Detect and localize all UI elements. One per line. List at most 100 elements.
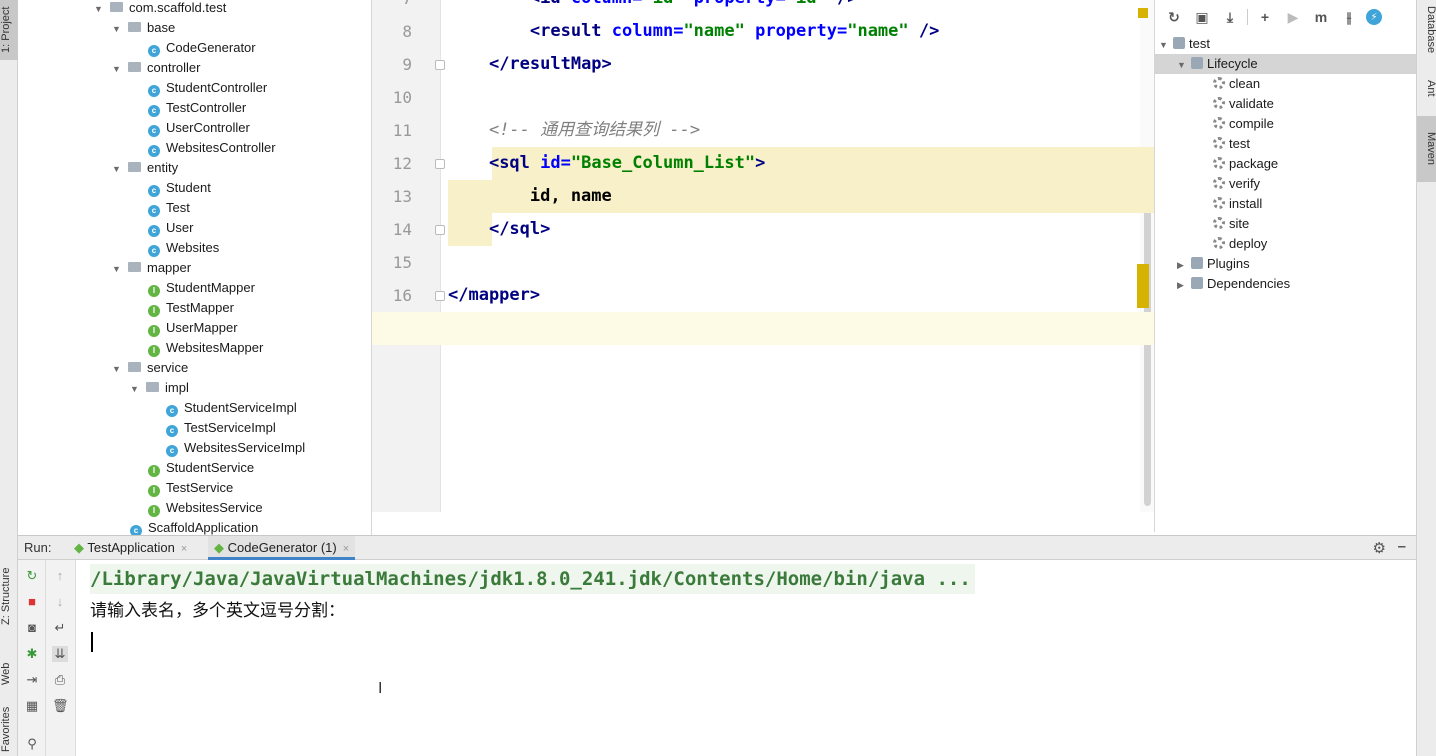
refresh-icon[interactable]: ↻ — [1163, 6, 1185, 28]
fold-marker-icon[interactable] — [435, 60, 445, 70]
code-line[interactable]: <id column="id" property="id" /> — [448, 0, 858, 15]
project-tool-tab[interactable]: 1: Project — [0, 0, 18, 60]
lightning-icon[interactable]: ⚡ — [1366, 9, 1382, 25]
maven-goal-site[interactable]: site — [1155, 214, 1416, 234]
minimize-icon[interactable]: – — [1398, 538, 1406, 555]
tree-file[interactable]: c ScaffoldApplication — [130, 518, 258, 535]
maven-goal-package[interactable]: package — [1155, 154, 1416, 174]
print-icon[interactable]: ⎙ — [52, 672, 68, 688]
code-line[interactable]: </mapper> — [448, 279, 540, 312]
close-icon[interactable]: × — [181, 543, 187, 555]
add-icon[interactable]: + — [1254, 6, 1276, 28]
rerun-icon[interactable]: ↻ — [24, 568, 40, 584]
soft-wrap-icon[interactable]: ↵ — [52, 620, 68, 636]
layout-icon[interactable]: ▦ — [24, 698, 40, 714]
tree-file[interactable]: c Test — [148, 198, 190, 218]
tree-folder[interactable]: ▼ com.scaffold.test — [94, 0, 226, 18]
favorites-tool-tab[interactable]: Favorites — [0, 706, 18, 756]
chevron-down-icon[interactable]: ▼ — [112, 59, 122, 79]
tree-folder[interactable]: ▼ service — [112, 358, 188, 378]
maven-goal-deploy[interactable]: deploy — [1155, 234, 1416, 254]
code-line[interactable]: </sql> — [448, 213, 550, 246]
scroll-to-end-icon[interactable]: ⇊ — [52, 646, 68, 662]
maven-plugins-node[interactable]: ▶ Plugins — [1155, 254, 1416, 274]
tree-folder[interactable]: ▼ base — [112, 18, 175, 38]
maven-goal-test[interactable]: test — [1155, 134, 1416, 154]
tree-file[interactable]: c Websites — [148, 238, 219, 258]
chevron-down-icon[interactable]: ▼ — [130, 379, 140, 399]
tree-file[interactable]: I WebsitesMapper — [148, 338, 263, 358]
code-editor[interactable]: 7891011121314151617 <id column="id" prop… — [372, 0, 1154, 532]
camera-icon[interactable]: ◙ — [24, 620, 40, 636]
tree-file[interactable]: I WebsitesService — [148, 498, 263, 518]
fold-marker-icon[interactable] — [435, 291, 445, 301]
tree-file[interactable]: c WebsitesController — [148, 138, 276, 158]
trash-icon[interactable]: 🗑 — [52, 698, 69, 714]
code-line[interactable]: <sql id="Base_Column_List"> — [448, 147, 765, 180]
tree-file[interactable]: c TestController — [148, 98, 246, 118]
maven-tool-tab[interactable]: Maven — [1417, 116, 1436, 182]
editor-warning-marker[interactable] — [1138, 8, 1148, 18]
chevron-down-icon[interactable]: ▼ — [112, 159, 122, 179]
editor-scrollbar[interactable] — [1140, 0, 1154, 512]
toggle-offline-icon[interactable]: ⫲ — [1338, 6, 1360, 28]
maven-dependencies-node[interactable]: ▶ Dependencies — [1155, 274, 1416, 294]
up-arrow-icon[interactable]: ↑ — [52, 568, 68, 584]
maven-goal-verify[interactable]: verify — [1155, 174, 1416, 194]
chevron-down-icon[interactable]: ▼ — [112, 19, 122, 39]
code-line[interactable]: </resultMap> — [448, 48, 612, 81]
tree-file[interactable]: I StudentService — [148, 458, 254, 478]
structure-tool-tab[interactable]: Z: Structure — [0, 556, 18, 636]
tree-folder[interactable]: ▼ impl — [130, 378, 189, 398]
tree-file[interactable]: c CodeGenerator — [148, 38, 256, 58]
run-tab[interactable]: ◆ TestApplication × — [68, 536, 193, 560]
tree-file[interactable]: c User — [148, 218, 193, 238]
download-icon[interactable]: ⤓ — [1219, 6, 1241, 28]
pin-icon[interactable]: ⚲ — [24, 736, 40, 752]
chevron-down-icon[interactable]: ▼ — [112, 259, 122, 279]
tree-file[interactable]: I TestService — [148, 478, 233, 498]
fold-marker-icon[interactable] — [435, 225, 445, 235]
tree-folder[interactable]: ▼ mapper — [112, 258, 191, 278]
tree-file[interactable]: c StudentServiceImpl — [166, 398, 297, 418]
maven-goal-clean[interactable]: clean — [1155, 74, 1416, 94]
maven-project-root[interactable]: ▼ test — [1155, 34, 1416, 54]
code-line[interactable]: <result column="name" property="name" /> — [448, 15, 939, 48]
tree-file[interactable]: c UserController — [148, 118, 250, 138]
code-line[interactable]: id, name — [448, 180, 612, 213]
gear-icon[interactable]: ⚙ — [1373, 539, 1386, 557]
code-line[interactable]: <!-- 通用查询结果列 --> — [448, 114, 700, 147]
maven-lifecycle-node[interactable]: ▼ Lifecycle — [1155, 54, 1416, 74]
tree-file[interactable]: c WebsitesServiceImpl — [166, 438, 305, 458]
chevron-right-icon[interactable]: ▶ — [1177, 275, 1191, 295]
close-icon[interactable]: × — [343, 543, 349, 555]
tree-file[interactable]: c TestServiceImpl — [166, 418, 276, 438]
down-arrow-icon[interactable]: ↓ — [52, 594, 68, 610]
tree-file[interactable]: I UserMapper — [148, 318, 238, 338]
tree-file[interactable]: c Student — [148, 178, 211, 198]
chevron-down-icon[interactable]: ▼ — [112, 359, 122, 379]
maven-m-icon[interactable]: m — [1310, 6, 1332, 28]
run-icon[interactable]: ▶ — [1282, 6, 1304, 28]
maven-goal-install[interactable]: install — [1155, 194, 1416, 214]
tree-file[interactable]: I TestMapper — [148, 298, 234, 318]
tree-folder[interactable]: ▼ entity — [112, 158, 178, 178]
ant-tool-tab[interactable]: Ant — [1417, 68, 1436, 108]
stop-icon[interactable]: ■ — [24, 594, 40, 610]
run-tab[interactable]: ◆ CodeGenerator (1) × — [208, 536, 356, 560]
exit-icon[interactable]: ⇥ — [24, 672, 40, 688]
tree-file[interactable]: I StudentMapper — [148, 278, 255, 298]
database-tool-tab[interactable]: Database — [1417, 0, 1436, 60]
tree-file[interactable]: c StudentController — [148, 78, 267, 98]
debug-icon[interactable]: ✱ — [24, 646, 40, 662]
add-folder-icon[interactable]: ▣ — [1191, 6, 1213, 28]
chevron-down-icon[interactable]: ▼ — [94, 0, 104, 19]
chevron-down-icon[interactable]: ▼ — [1177, 55, 1191, 75]
console-output[interactable]: /Library/Java/JavaVirtualMachines/jdk1.8… — [76, 560, 1416, 756]
fold-marker-icon[interactable] — [435, 159, 445, 169]
maven-goal-compile[interactable]: compile — [1155, 114, 1416, 134]
chevron-right-icon[interactable]: ▶ — [1177, 255, 1191, 275]
chevron-down-icon[interactable]: ▼ — [1159, 35, 1173, 55]
tree-folder[interactable]: ▼ controller — [112, 58, 200, 78]
maven-goal-validate[interactable]: validate — [1155, 94, 1416, 114]
